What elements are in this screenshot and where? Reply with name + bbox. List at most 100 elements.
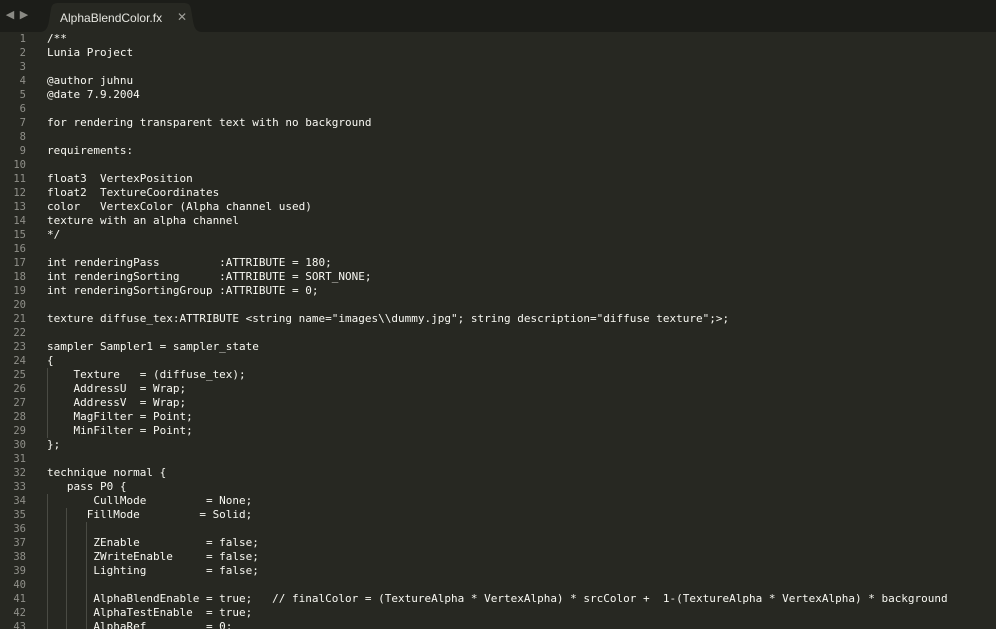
line-number: 37	[13, 537, 26, 549]
indent-guide	[86, 522, 87, 536]
line-number: 26	[13, 383, 26, 395]
line-number: 18	[13, 271, 26, 283]
line-number: 23	[13, 341, 26, 353]
code-line[interactable]	[47, 578, 996, 592]
line-number: 25	[13, 369, 26, 381]
line-number: 42	[13, 607, 26, 619]
tab-nav-arrows: ◀ ▶	[4, 8, 30, 24]
code-line[interactable]: requirements:	[47, 144, 996, 158]
code-line[interactable]: @author juhnu	[47, 74, 996, 88]
line-number: 43	[13, 621, 26, 629]
tab-alphablendcolor[interactable]: AlphaBlendColor.fx ✕	[40, 3, 202, 32]
line-number: 13	[13, 201, 26, 213]
code-line[interactable]: };	[47, 438, 996, 452]
line-number: 9	[19, 145, 26, 157]
line-number: 17	[13, 257, 26, 269]
tab-label: AlphaBlendColor.fx	[60, 11, 163, 25]
code-line[interactable]: @date 7.9.2004	[47, 88, 996, 102]
indent-guide	[47, 494, 48, 629]
code-line[interactable]	[47, 326, 996, 340]
code-line[interactable]: color VertexColor (Alpha channel used)	[47, 200, 996, 214]
line-number: 3	[19, 61, 26, 73]
line-number: 10	[13, 159, 26, 171]
code-line[interactable]: /**	[47, 32, 996, 46]
code-line[interactable]: ZWriteEnable = false;	[47, 550, 996, 564]
line-number: 28	[13, 411, 26, 423]
line-number: 40	[13, 579, 26, 591]
line-number: 27	[13, 397, 26, 409]
code-line[interactable]: MagFilter = Point;	[47, 410, 996, 424]
tab-bar: ◀ ▶ AlphaBlendColor.fx ✕	[0, 0, 996, 32]
line-number: 30	[13, 439, 26, 451]
indent-guide	[66, 508, 67, 629]
line-number: 31	[13, 453, 26, 465]
code-line[interactable]: for rendering transparent text with no b…	[47, 116, 996, 130]
code-line[interactable]: {	[47, 354, 996, 368]
line-number: 16	[13, 243, 26, 255]
code-line[interactable]	[47, 522, 996, 536]
code-line[interactable]	[47, 298, 996, 312]
line-number: 29	[13, 425, 26, 437]
line-number: 24	[13, 355, 26, 367]
code-line[interactable]	[47, 130, 996, 144]
code-line[interactable]	[47, 452, 996, 466]
line-number: 36	[13, 523, 26, 535]
line-number: 2	[19, 47, 26, 59]
code-line[interactable]: AlphaRef = 0;	[47, 620, 996, 629]
line-number-gutter: 1 2 3 4 5 6 7 8 9 10 11 12 13 14 15 16 17 18 19 20 21 22 23 24 2…	[0, 32, 36, 629]
code-line[interactable]: texture diffuse_tex:ATTRIBUTE <string na…	[47, 312, 996, 326]
code-line[interactable]	[47, 242, 996, 256]
code-line[interactable]: AddressV = Wrap;	[47, 396, 996, 410]
code-line[interactable]	[47, 60, 996, 74]
code-area[interactable]: /** Lunia Project @author juhnu @date 7.9.2…	[47, 32, 996, 629]
tab-scroll-left-icon[interactable]: ◀	[4, 8, 16, 22]
code-line[interactable]	[47, 102, 996, 116]
line-number: 6	[19, 103, 26, 115]
code-line[interactable]: float2 TextureCoordinates	[47, 186, 996, 200]
code-line[interactable]: ZEnable = false;	[47, 536, 996, 550]
code-line[interactable]: int renderingSorting :ATTRIBUTE = SORT_N…	[47, 270, 996, 284]
line-number: 20	[13, 299, 26, 311]
code-line[interactable]: pass P0 {	[47, 480, 996, 494]
indent-guide	[47, 368, 48, 438]
line-number: 5	[19, 89, 26, 101]
code-line[interactable]: Lighting = false;	[47, 564, 996, 578]
line-number: 11	[13, 173, 26, 185]
code-line[interactable]: float3 VertexPosition	[47, 172, 996, 186]
line-number: 32	[13, 467, 26, 479]
close-icon[interactable]: ✕	[176, 10, 188, 24]
line-number: 7	[19, 117, 26, 129]
code-line[interactable]: AlphaTestEnable = true;	[47, 606, 996, 620]
code-line[interactable]: */	[47, 228, 996, 242]
line-number: 19	[13, 285, 26, 297]
line-number: 35	[13, 509, 26, 521]
line-number: 39	[13, 565, 26, 577]
code-line[interactable]: sampler Sampler1 = sampler_state	[47, 340, 996, 354]
code-line[interactable]: AlphaBlendEnable = true; // finalColor =…	[47, 592, 996, 606]
code-line[interactable]: texture with an alpha channel	[47, 214, 996, 228]
code-line[interactable]: Texture = (diffuse_tex);	[47, 368, 996, 382]
indent-guide	[86, 536, 87, 629]
code-line[interactable]: FillMode = Solid;	[47, 508, 996, 522]
code-line[interactable]	[47, 158, 996, 172]
tab-scroll-right-icon[interactable]: ▶	[18, 8, 30, 22]
line-number: 8	[19, 131, 26, 143]
code-line[interactable]: MinFilter = Point;	[47, 424, 996, 438]
line-number: 14	[13, 215, 26, 227]
line-number: 1	[19, 33, 26, 45]
code-line[interactable]: int renderingPass :ATTRIBUTE = 180;	[47, 256, 996, 270]
line-number: 12	[13, 187, 26, 199]
line-number: 38	[13, 551, 26, 563]
code-line[interactable]: int renderingSortingGroup :ATTRIBUTE = 0…	[47, 284, 996, 298]
line-number: 33	[13, 481, 26, 493]
code-line[interactable]: technique normal {	[47, 466, 996, 480]
line-number: 34	[13, 495, 26, 507]
line-number: 22	[13, 327, 26, 339]
code-line[interactable]: Lunia Project	[47, 46, 996, 60]
line-number: 21	[13, 313, 26, 325]
code-line[interactable]: AddressU = Wrap;	[47, 382, 996, 396]
line-number: 4	[19, 75, 26, 87]
line-number: 15	[13, 229, 26, 241]
code-editor[interactable]: 1 2 3 4 5 6 7 8 9 10 11 12 13 14 15 16 17 18 19 20 21 22 23 24 2…	[0, 32, 996, 629]
code-line[interactable]: CullMode = None;	[47, 494, 996, 508]
